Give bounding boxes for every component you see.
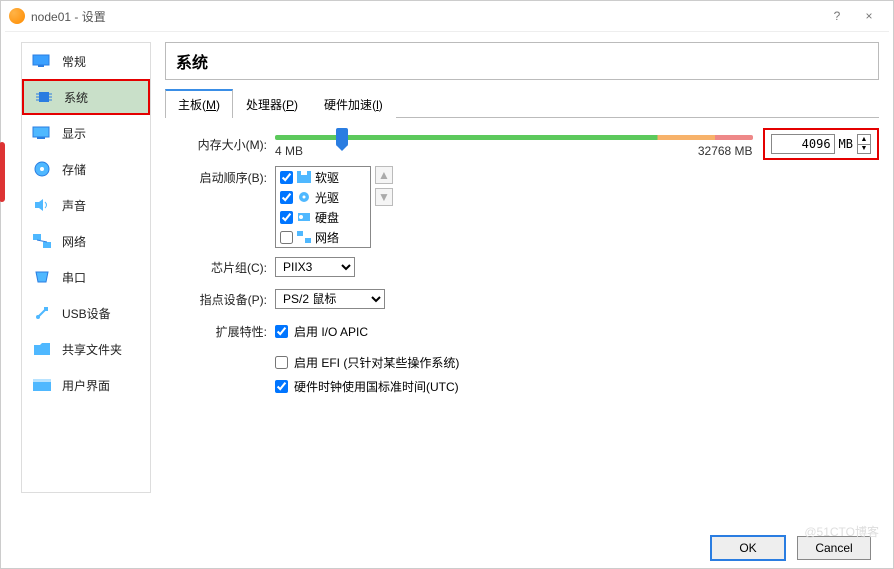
app-icon [9, 8, 25, 24]
watermark: @51CTO博客 [804, 523, 879, 540]
boot-item-network[interactable]: 网络 [276, 227, 370, 247]
network-icon [32, 233, 52, 249]
monitor-icon [32, 53, 52, 69]
ok-button[interactable]: OK [711, 536, 785, 560]
memory-input-highlight: MB ▲▼ [763, 128, 879, 160]
boot-item-optical[interactable]: 光驱 [276, 187, 370, 207]
disk-icon [32, 161, 52, 177]
sidebar-item-storage[interactable]: 存储 [22, 151, 150, 187]
memory-spinner[interactable]: ▲▼ [857, 134, 871, 154]
boot-move-up[interactable]: ▲ [375, 166, 393, 184]
sidebar-item-usb[interactable]: USB设备 [22, 295, 150, 331]
sidebar-item-label: 系统 [64, 89, 88, 106]
memory-input[interactable] [771, 134, 835, 154]
sidebar-item-label: 常规 [62, 53, 86, 70]
sidebar-item-label: 共享文件夹 [62, 341, 122, 358]
serial-icon [32, 269, 52, 285]
ext-ioapic[interactable]: 启用 I/O APIC [275, 319, 368, 343]
floppy-icon [297, 171, 311, 183]
panel-title: 系统 [165, 42, 879, 80]
tabs: 主板(M) 处理器(P) 硬件加速(l) [165, 88, 879, 118]
sidebar-item-label: USB设备 [62, 305, 111, 322]
sidebar-item-shared[interactable]: 共享文件夹 [22, 331, 150, 367]
sidebar: 常规 系统 显示 存储 声音 网络 串口 USB设备 [21, 42, 151, 493]
display-icon [32, 125, 52, 141]
sidebar-item-serial[interactable]: 串口 [22, 259, 150, 295]
tab-processor[interactable]: 处理器(P) [233, 90, 311, 118]
sidebar-item-label: 网络 [62, 233, 86, 250]
memory-min-label: 4 MB [275, 144, 303, 158]
close-button[interactable]: × [853, 5, 885, 27]
titlebar: node01 - 设置 ? × [1, 1, 893, 31]
net-icon [297, 231, 311, 243]
sidebar-item-general[interactable]: 常规 [22, 43, 150, 79]
cd-icon [297, 191, 311, 203]
ext-utc[interactable]: 硬件时钟使用国标准时间(UTC) [275, 374, 879, 398]
boot-item-hdd[interactable]: 硬盘 [276, 207, 370, 227]
sidebar-item-audio[interactable]: 声音 [22, 187, 150, 223]
hdd-icon [297, 211, 311, 223]
chipset-combo[interactable]: PIIX3 [275, 257, 355, 277]
window-title: node01 - 设置 [31, 8, 106, 25]
boot-check-hdd[interactable] [280, 211, 293, 224]
memory-max-label: 32768 MB [698, 144, 753, 158]
sidebar-item-display[interactable]: 显示 [22, 115, 150, 151]
speaker-icon [32, 197, 52, 213]
memory-label: 内存大小(M): [169, 136, 267, 153]
tab-acceleration[interactable]: 硬件加速(l) [311, 90, 396, 118]
chip-icon [34, 89, 54, 105]
memory-slider[interactable]: 4 MB 32768 MB [275, 129, 753, 159]
ext-efi[interactable]: 启用 EFI (只针对某些操作系统) [275, 350, 879, 374]
sidebar-item-label: 用户界面 [62, 377, 110, 394]
boot-label: 启动顺序(B): [169, 166, 267, 186]
folder-icon [32, 341, 52, 357]
sidebar-item-label: 声音 [62, 197, 86, 214]
memory-unit: MB [839, 137, 853, 151]
boot-move-down[interactable]: ▼ [375, 188, 393, 206]
sidebar-item-ui[interactable]: 用户界面 [22, 367, 150, 403]
sidebar-item-label: 串口 [62, 269, 86, 286]
ext-label: 扩展特性: [169, 323, 267, 340]
boot-order-list[interactable]: 软驱 光驱 硬盘 网络 [275, 166, 371, 248]
chipset-label: 芯片组(C): [169, 259, 267, 276]
pointing-label: 指点设备(P): [169, 291, 267, 308]
boot-check-optical[interactable] [280, 191, 293, 204]
help-button[interactable]: ? [821, 5, 853, 27]
left-margin-strip [5, 32, 13, 503]
pointing-combo[interactable]: PS/2 鼠标 [275, 289, 385, 309]
boot-check-floppy[interactable] [280, 171, 293, 184]
sidebar-item-label: 存储 [62, 161, 86, 178]
boot-check-network[interactable] [280, 231, 293, 244]
settings-panel: 系统 主板(M) 处理器(P) 硬件加速(l) 内存大小(M): 4 MB 32… [165, 42, 879, 493]
sidebar-item-network[interactable]: 网络 [22, 223, 150, 259]
sidebar-item-label: 显示 [62, 125, 86, 142]
sidebar-item-system[interactable]: 系统 [22, 79, 150, 115]
ui-icon [32, 377, 52, 393]
usb-icon [32, 305, 52, 321]
tab-motherboard[interactable]: 主板(M) [165, 89, 233, 118]
boot-item-floppy[interactable]: 软驱 [276, 167, 370, 187]
